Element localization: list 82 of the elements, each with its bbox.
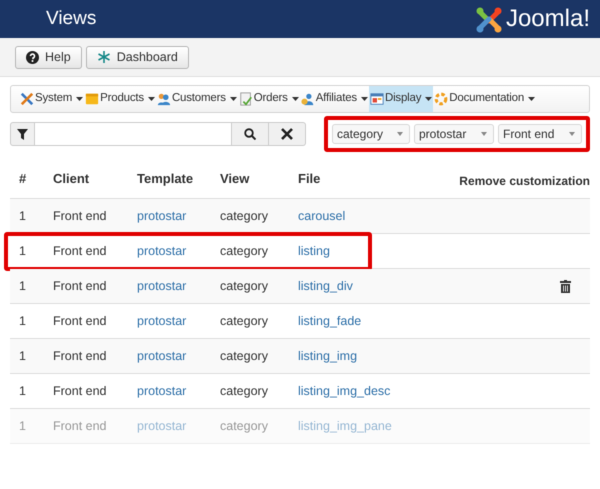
search-button[interactable] bbox=[231, 122, 269, 146]
table-cell-text: category bbox=[220, 278, 269, 295]
caret-icon bbox=[360, 97, 368, 101]
dropdown[interactable]: Front end bbox=[498, 124, 582, 144]
caret-icon bbox=[292, 97, 299, 101]
table-row[interactable]: 1 Front end protostar category carousel bbox=[10, 199, 590, 234]
clear-button[interactable] bbox=[269, 122, 306, 146]
logo-icon bbox=[474, 5, 503, 33]
help-icon bbox=[26, 50, 39, 64]
table-link[interactable]: protostar bbox=[137, 206, 220, 226]
menu-item[interactable]: Affiliates bbox=[300, 86, 369, 112]
people-icon bbox=[156, 92, 171, 106]
table-link[interactable]: protostar bbox=[137, 312, 220, 330]
table-cell-text: 1 bbox=[18, 312, 27, 330]
table-cell-text: category bbox=[220, 418, 269, 435]
asterisk-icon bbox=[96, 50, 111, 64]
search-field[interactable] bbox=[35, 122, 231, 146]
close-icon bbox=[281, 128, 293, 140]
caret-icon bbox=[425, 97, 432, 101]
table-link[interactable]: listing bbox=[298, 242, 590, 260]
table-row[interactable]: 1 Front end protostar category listing_img bbox=[10, 339, 590, 374]
column-header: Client bbox=[53, 170, 90, 188]
table-cell-text: 1 bbox=[18, 278, 27, 295]
table-cell-text: category bbox=[220, 382, 269, 400]
page-title: Views bbox=[46, 6, 96, 31]
table-link[interactable]: protostar bbox=[137, 346, 220, 366]
table-row[interactable]: 1 Front end protostar category listing_div bbox=[10, 269, 590, 304]
dashboard-button[interactable]: Dashboard bbox=[86, 46, 189, 68]
table-link[interactable]: protostar bbox=[137, 382, 220, 400]
table-link[interactable]: listing_div bbox=[298, 276, 560, 296]
table-link[interactable]: protostar bbox=[137, 242, 220, 260]
document-icon bbox=[238, 92, 253, 106]
menu-item[interactable]: Documentation bbox=[433, 86, 536, 112]
dropdown[interactable]: category bbox=[332, 124, 410, 144]
column-header: File bbox=[298, 170, 322, 188]
table-link[interactable]: listing_img bbox=[298, 346, 590, 366]
menu-item[interactable]: System bbox=[19, 86, 84, 112]
table-cell-text: Front end bbox=[53, 418, 108, 435]
table-cell-text: 1 bbox=[18, 242, 27, 260]
column-header: Template bbox=[137, 170, 194, 188]
table-cell-text: Front end bbox=[53, 348, 108, 365]
caret-icon bbox=[569, 132, 575, 136]
caret-icon bbox=[148, 97, 155, 101]
table-link[interactable]: listing_img_desc bbox=[298, 382, 590, 400]
column-header: View bbox=[220, 170, 250, 188]
help-button[interactable]: Help bbox=[15, 46, 82, 68]
table-cell-text: 1 bbox=[18, 382, 27, 400]
table-cell-text: Front end bbox=[53, 382, 108, 400]
filter-icon bbox=[17, 128, 28, 140]
caret-icon bbox=[528, 97, 536, 101]
box-icon bbox=[85, 92, 100, 106]
caret-icon bbox=[230, 97, 237, 101]
table-cell-text: category bbox=[220, 348, 269, 365]
table-link[interactable]: listing_fade bbox=[298, 312, 590, 330]
table-cell-text: Front end bbox=[53, 242, 108, 260]
menu-item[interactable]: Customers bbox=[156, 86, 238, 112]
menu-item[interactable]: Display bbox=[368, 86, 434, 112]
table-cell-text: category bbox=[220, 312, 269, 330]
menu-item[interactable]: Products bbox=[84, 86, 156, 112]
window-icon bbox=[370, 92, 384, 106]
table-cell-text: Front end bbox=[53, 208, 108, 225]
table-cell-text: category bbox=[220, 208, 269, 225]
dropdown[interactable]: protostar bbox=[414, 124, 494, 144]
logo-text: Joomla! bbox=[506, 7, 590, 31]
table-cell-text: 1 bbox=[18, 208, 27, 225]
table-link[interactable]: carousel bbox=[298, 206, 590, 226]
caret-icon bbox=[397, 132, 403, 136]
table-cell-text: Front end bbox=[53, 278, 108, 295]
trash-icon[interactable] bbox=[560, 280, 571, 292]
menu-item[interactable]: Orders bbox=[238, 86, 300, 112]
column-header: # bbox=[18, 170, 28, 188]
caret-icon bbox=[76, 97, 84, 101]
table-cell-text: 1 bbox=[18, 348, 27, 365]
table-cell-text: category bbox=[220, 242, 269, 260]
filter-button[interactable] bbox=[10, 122, 35, 146]
people-icon bbox=[300, 92, 315, 106]
caret-icon bbox=[481, 132, 487, 136]
search-icon bbox=[244, 128, 256, 140]
table-cell-text: 1 bbox=[18, 418, 27, 435]
column-header: Remove customization bbox=[459, 173, 590, 190]
table-cell-text: Front end bbox=[53, 312, 108, 330]
table-link[interactable]: protostar bbox=[137, 276, 220, 296]
